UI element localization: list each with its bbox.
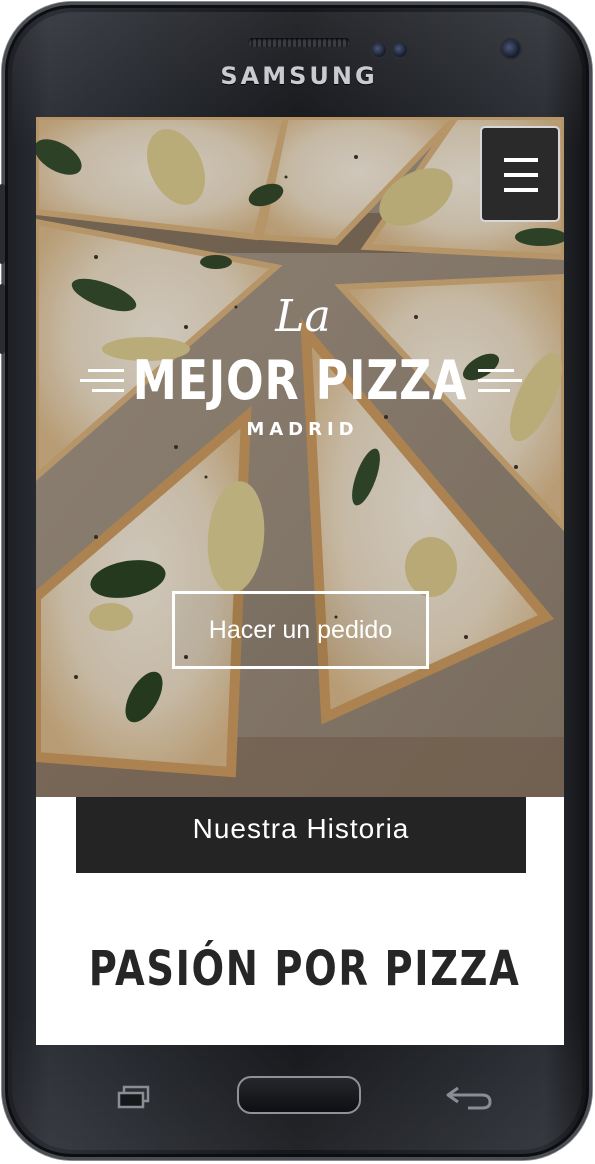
front-camera-icon [502,40,520,58]
home-button[interactable] [237,1076,361,1114]
tab-nuestra-historia[interactable]: Nuestra Historia [76,797,526,873]
speed-lines-right-icon [478,361,524,401]
section-heading: PASIÓN POR PIZZA [88,941,521,997]
side-key [0,284,5,354]
logo-script-text: La [275,291,331,342]
hamburger-icon [504,158,538,162]
sensor-icon [372,43,386,57]
volume-button [0,184,5,264]
logo-city-text: MADRID [246,419,359,440]
sensor-icon [393,43,407,57]
device-brand: SAMSUNG [220,62,378,90]
recent-apps-icon[interactable] [117,1084,153,1110]
hero-section: La MEJOR PIZZA MADRID Hacer un pedido [36,117,564,797]
hamburger-menu-button[interactable] [480,126,560,222]
back-arrow-icon[interactable] [444,1082,494,1112]
logo-main-text: MEJOR PIZZA [132,349,468,412]
phone-screen: La MEJOR PIZZA MADRID Hacer un pedido Nu… [36,117,564,1045]
earpiece-speaker [248,38,350,47]
brand-logo: La MEJOR PIZZA MADRID [36,295,564,440]
order-button[interactable]: Hacer un pedido [172,591,429,669]
